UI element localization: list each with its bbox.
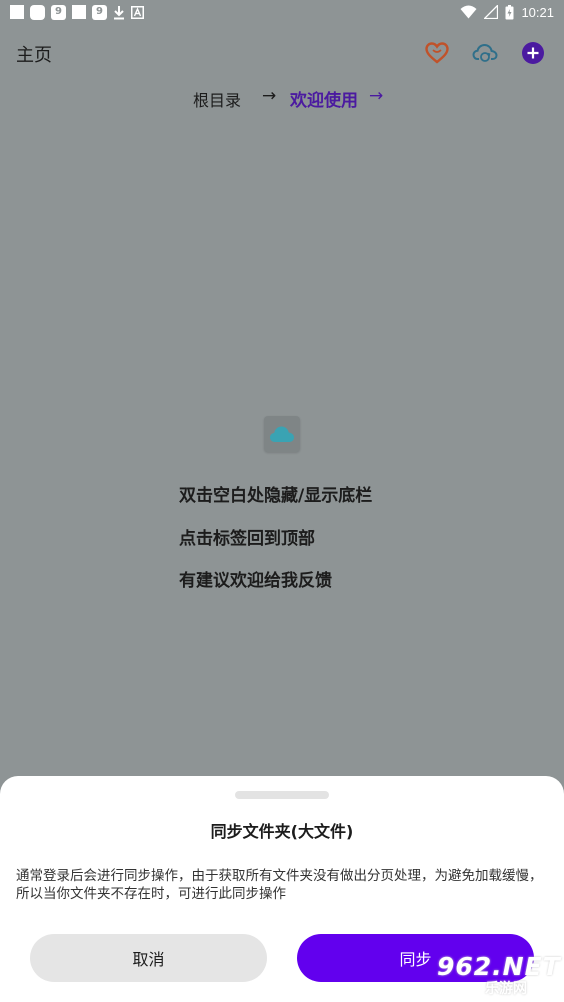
- add-circle-icon: [522, 42, 544, 64]
- hint-toggle-bottom-bar: 双击空白处隐藏/显示底栏: [179, 486, 373, 506]
- notification-square-icon: [10, 5, 24, 19]
- breadcrumb-current-arrow-icon: →: [369, 86, 384, 106]
- app-rounded-icon: [30, 4, 45, 20]
- site-watermark: 962.NET 乐游网: [425, 952, 562, 998]
- status-bar: 9 9 10:21: [0, 0, 564, 24]
- status-bar-system: 10:21: [460, 3, 554, 21]
- clock: 10:21: [521, 4, 554, 20]
- download-icon: [114, 5, 124, 19]
- sheet-description: 通常登录后会进行同步操作，由于获取所有文件夹没有做出分页处理，为避免加载缓慢，所…: [16, 868, 543, 902]
- sheet-drag-handle[interactable]: [235, 791, 329, 799]
- cloud-sync-button[interactable]: [472, 40, 498, 66]
- heart-icon: [425, 42, 449, 64]
- sheet-title: 同步文件夹(大文件): [210, 822, 354, 841]
- status-bar-notifications: 9 9: [10, 3, 144, 21]
- battery-icon: [505, 4, 514, 19]
- add-button[interactable]: [520, 40, 546, 66]
- signal-icon: [484, 5, 499, 19]
- cloud-sync-icon: [472, 43, 498, 62]
- hint-scroll-top: 点击标签回到顶部: [179, 529, 315, 549]
- breadcrumb-separator: →: [262, 86, 277, 106]
- cloud-icon: [270, 426, 294, 442]
- watermark-logo: 962.NET: [437, 952, 561, 981]
- hint-feedback: 有建议欢迎给我反馈: [179, 571, 332, 591]
- breadcrumb: 根目录 → 欢迎使用 →: [0, 86, 564, 111]
- favorites-button[interactable]: [424, 40, 450, 66]
- app-9-icon: 9: [92, 4, 107, 20]
- cancel-button[interactable]: 取消: [30, 934, 267, 982]
- accessibility-icon: [131, 5, 144, 19]
- breadcrumb-current[interactable]: 欢迎使用: [290, 86, 358, 111]
- watermark-site-name: 乐游网: [485, 981, 527, 997]
- empty-state-icon: [264, 416, 300, 452]
- breadcrumb-root[interactable]: 根目录: [193, 87, 241, 111]
- wifi-icon: [460, 5, 477, 19]
- page-title: 主页: [16, 45, 52, 66]
- app-9-icon: 9: [51, 4, 66, 20]
- notification-square-icon: [72, 5, 86, 19]
